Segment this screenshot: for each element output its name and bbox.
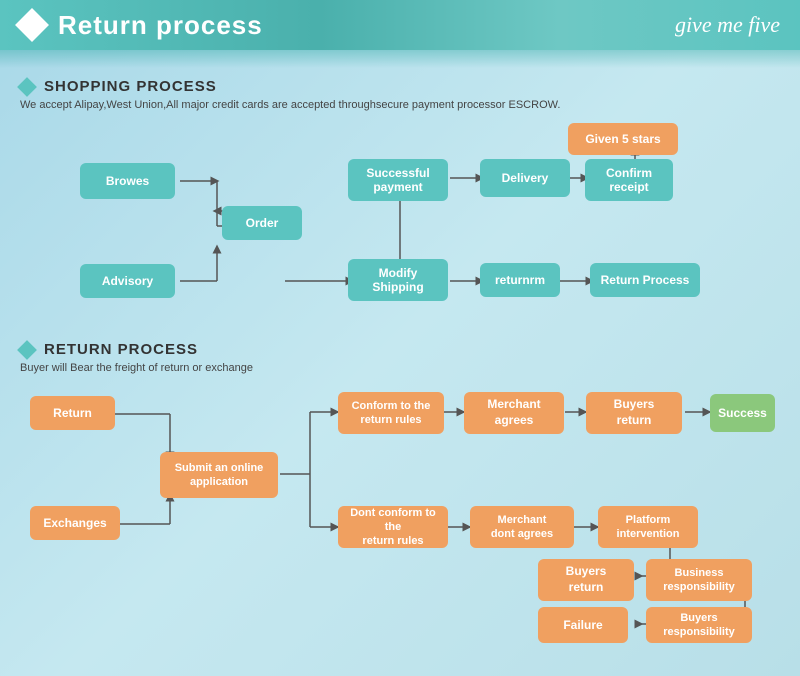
ribbon bbox=[0, 50, 800, 68]
box-delivery: Delivery bbox=[480, 159, 570, 197]
box-browes: Browes bbox=[80, 163, 175, 199]
box-advisory: Advisory bbox=[80, 264, 175, 298]
page-title: Return process bbox=[58, 10, 263, 41]
box-platform: Platform intervention bbox=[598, 506, 698, 548]
diamond-icon bbox=[17, 77, 37, 97]
box-buyers-return2: Buyers return bbox=[538, 559, 634, 601]
box-dont-conform: Dont conform to the return rules bbox=[338, 506, 448, 548]
header: Return process give me five bbox=[0, 0, 800, 50]
box-successful-payment: Successful payment bbox=[348, 159, 448, 201]
box-modify-shipping: Modify Shipping bbox=[348, 259, 448, 301]
box-order: Order bbox=[222, 206, 302, 240]
box-conform-rules: Conform to the return rules bbox=[338, 392, 444, 434]
shopping-section: SHOPPING PROCESS We accept Alipay,West U… bbox=[20, 78, 780, 351]
box-confirm-receipt: Confirm receipt bbox=[585, 159, 673, 201]
box-business-resp: Business responsibility bbox=[646, 559, 752, 601]
shopping-section-title: SHOPPING PROCESS bbox=[44, 78, 217, 95]
box-returnrm: returnrm bbox=[480, 263, 560, 297]
box-exchanges: Exchanges bbox=[30, 506, 120, 540]
box-merchant-agrees: Merchant agrees bbox=[464, 392, 564, 434]
header-icon bbox=[15, 8, 49, 42]
box-buyers-return1: Buyers return bbox=[586, 392, 682, 434]
box-success: Success bbox=[710, 394, 775, 432]
return-section: RETURN PROCESS Buyer will Bear the freig… bbox=[20, 341, 780, 664]
shopping-subtitle: We accept Alipay,West Union,All major cr… bbox=[20, 99, 780, 111]
box-buyers-resp: Buyers responsibility bbox=[646, 607, 752, 643]
box-return: Return bbox=[30, 396, 115, 430]
header-logo: give me five bbox=[675, 12, 780, 38]
box-merchant-dont: Merchant dont agrees bbox=[470, 506, 574, 548]
box-submit-online: Submit an online application bbox=[160, 452, 278, 498]
box-failure: Failure bbox=[538, 607, 628, 643]
box-return-process: Return Process bbox=[590, 263, 700, 297]
box-given-5-stars: Given 5 stars bbox=[568, 123, 678, 155]
return-subtitle: Buyer will Bear the freight of return or… bbox=[20, 362, 780, 374]
